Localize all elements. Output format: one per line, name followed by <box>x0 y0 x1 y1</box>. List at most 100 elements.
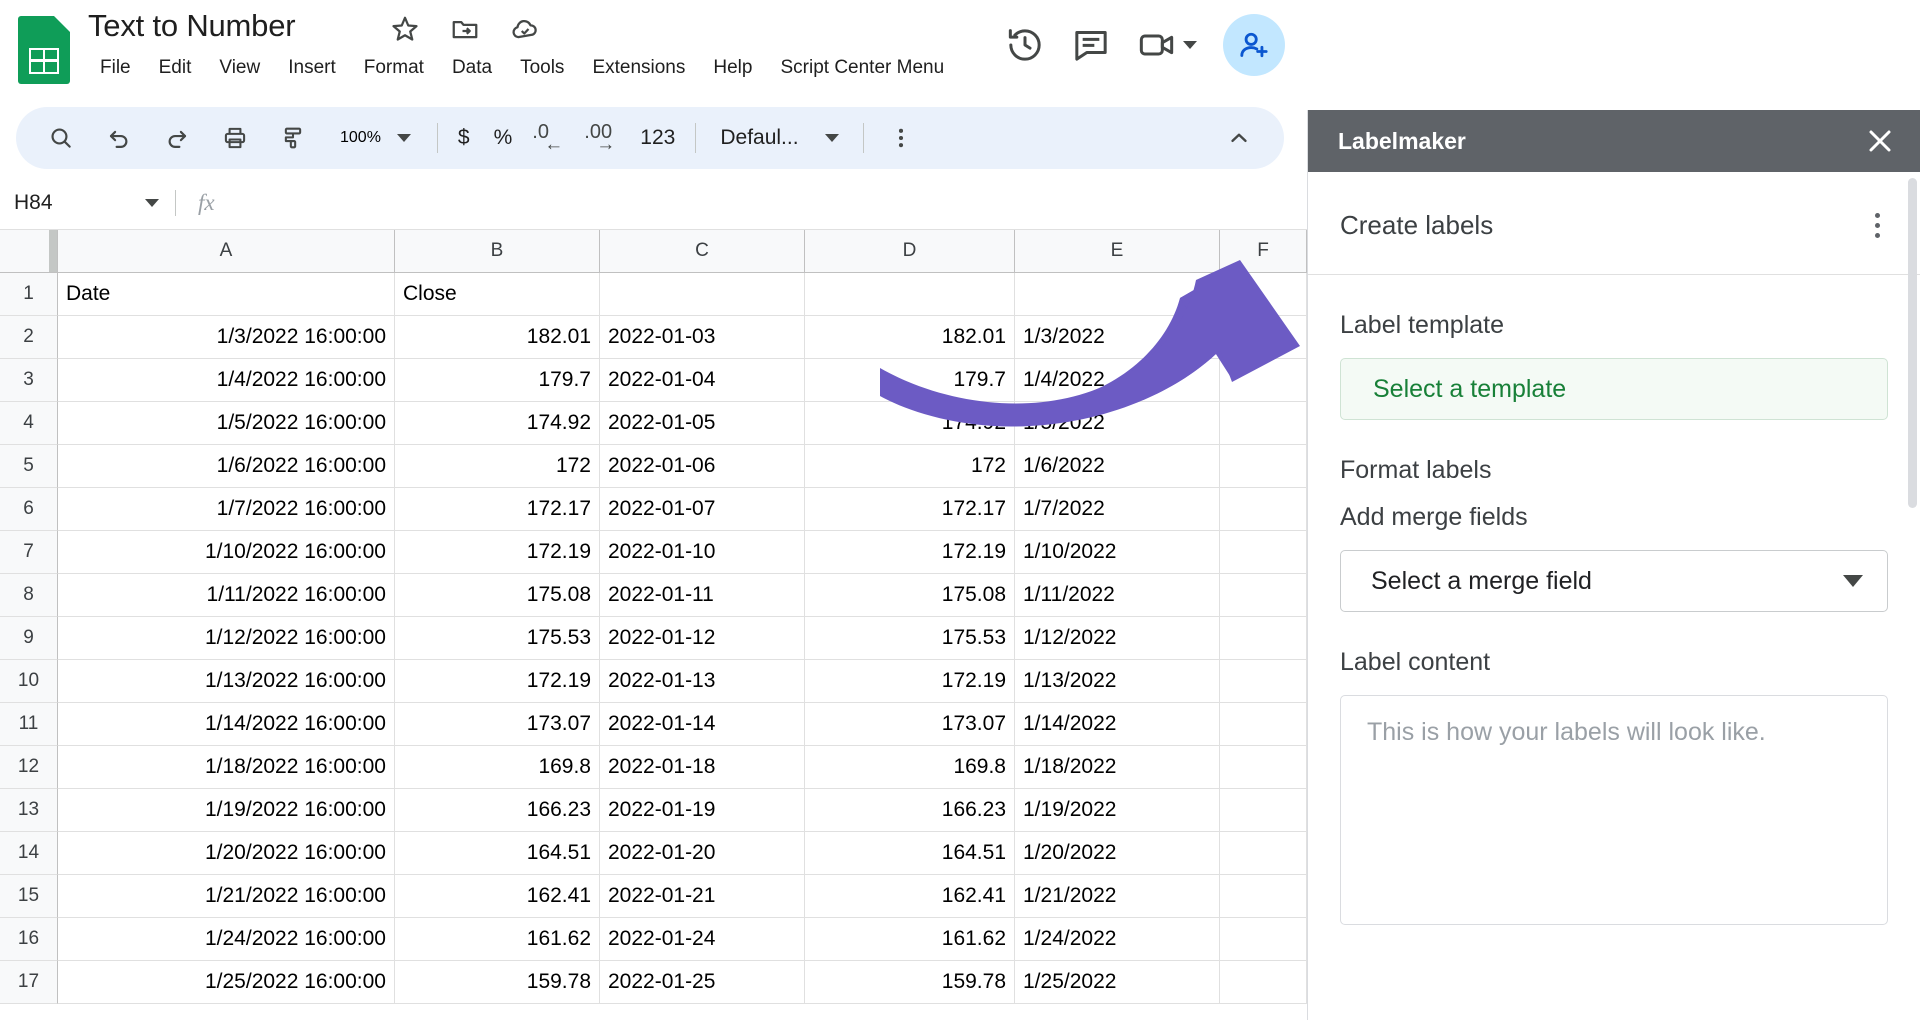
cell-F9[interactable] <box>1220 617 1307 660</box>
cell-B14[interactable]: 164.51 <box>395 832 600 875</box>
cell-C13[interactable]: 2022-01-19 <box>600 789 805 832</box>
menu-extensions[interactable]: Extensions <box>578 52 699 84</box>
cell-B10[interactable]: 172.19 <box>395 660 600 703</box>
cell-C9[interactable]: 2022-01-12 <box>600 617 805 660</box>
cell-F13[interactable] <box>1220 789 1307 832</box>
undo-icon[interactable] <box>96 115 142 161</box>
table-row[interactable]: 1 Date Close <box>0 273 1307 316</box>
cell-D3[interactable]: 179.7 <box>805 359 1015 402</box>
cell-C11[interactable]: 2022-01-14 <box>600 703 805 746</box>
cell-F6[interactable] <box>1220 488 1307 531</box>
formula-input[interactable] <box>237 176 1307 229</box>
table-row[interactable]: 2 1/3/2022 16:00:00 182.01 2022-01-03 182.01… <box>0 316 1307 359</box>
cell-F11[interactable] <box>1220 703 1307 746</box>
cell-E15[interactable]: 1/21/2022 <box>1015 875 1220 918</box>
page-title[interactable]: Text to Number <box>88 8 296 44</box>
column-header-d[interactable]: D <box>805 230 1015 273</box>
cell-E12[interactable]: 1/18/2022 <box>1015 746 1220 789</box>
search-icon[interactable] <box>38 115 84 161</box>
add-person-icon[interactable] <box>1223 14 1285 76</box>
video-camera-button[interactable] <box>1137 25 1197 65</box>
row-header[interactable]: 17 <box>0 961 58 1004</box>
table-row[interactable]: 13 1/19/2022 16:00:00 166.23 2022-01-19 166.… <box>0 789 1307 832</box>
cell-C17[interactable]: 2022-01-25 <box>600 961 805 1004</box>
cell-D15[interactable]: 162.41 <box>805 875 1015 918</box>
cell-F7[interactable] <box>1220 531 1307 574</box>
cell-F5[interactable] <box>1220 445 1307 488</box>
cell-C5[interactable]: 2022-01-06 <box>600 445 805 488</box>
cell-D8[interactable]: 175.08 <box>805 574 1015 617</box>
more-formats-button[interactable]: 123 <box>634 115 681 161</box>
cell-E3[interactable]: 1/4/2022 <box>1015 359 1220 402</box>
table-row[interactable]: 10 1/13/2022 16:00:00 172.19 2022-01-13 172.… <box>0 660 1307 703</box>
row-header[interactable]: 8 <box>0 574 58 617</box>
cell-A10[interactable]: 1/13/2022 16:00:00 <box>58 660 395 703</box>
menu-file[interactable]: File <box>86 52 145 84</box>
decrease-decimal-button[interactable]: .0 ← <box>530 121 570 155</box>
row-header[interactable]: 5 <box>0 445 58 488</box>
paint-format-icon[interactable] <box>270 115 316 161</box>
cell-C2[interactable]: 2022-01-03 <box>600 316 805 359</box>
table-row[interactable]: 6 1/7/2022 16:00:00 172.17 2022-01-07 172.17… <box>0 488 1307 531</box>
merge-field-select[interactable]: Select a merge field <box>1340 550 1888 612</box>
chevron-up-icon[interactable] <box>1216 115 1262 161</box>
star-icon[interactable] <box>390 14 420 44</box>
table-row[interactable]: 8 1/11/2022 16:00:00 175.08 2022-01-11 175.0… <box>0 574 1307 617</box>
zoom-selector[interactable]: 100% <box>328 129 423 147</box>
menu-script-center[interactable]: Script Center Menu <box>766 52 958 84</box>
row-header[interactable]: 3 <box>0 359 58 402</box>
cell-C8[interactable]: 2022-01-11 <box>600 574 805 617</box>
cell-E11[interactable]: 1/14/2022 <box>1015 703 1220 746</box>
cell-D1[interactable] <box>805 273 1015 316</box>
cell-B3[interactable]: 179.7 <box>395 359 600 402</box>
cell-D16[interactable]: 161.62 <box>805 918 1015 961</box>
cell-C15[interactable]: 2022-01-21 <box>600 875 805 918</box>
more-vertical-icon[interactable] <box>878 115 924 161</box>
cell-B7[interactable]: 172.19 <box>395 531 600 574</box>
cell-E8[interactable]: 1/11/2022 <box>1015 574 1220 617</box>
row-header[interactable]: 13 <box>0 789 58 832</box>
cell-A1[interactable]: Date <box>58 273 395 316</box>
table-row[interactable]: 5 1/6/2022 16:00:00 172 2022-01-06 172 1/6/20… <box>0 445 1307 488</box>
cell-B12[interactable]: 169.8 <box>395 746 600 789</box>
cell-A3[interactable]: 1/4/2022 16:00:00 <box>58 359 395 402</box>
sidebar-scrollbar[interactable] <box>1908 178 1917 508</box>
cell-C4[interactable]: 2022-01-05 <box>600 402 805 445</box>
cell-D9[interactable]: 175.53 <box>805 617 1015 660</box>
select-all-corner[interactable] <box>0 230 58 273</box>
cell-E16[interactable]: 1/24/2022 <box>1015 918 1220 961</box>
cell-F4[interactable] <box>1220 402 1307 445</box>
cell-E4[interactable]: 1/5/2022 <box>1015 402 1220 445</box>
cell-F1[interactable] <box>1220 273 1307 316</box>
cell-D2[interactable]: 182.01 <box>805 316 1015 359</box>
cell-E10[interactable]: 1/13/2022 <box>1015 660 1220 703</box>
cell-A4[interactable]: 1/5/2022 16:00:00 <box>58 402 395 445</box>
cell-F16[interactable] <box>1220 918 1307 961</box>
move-to-folder-icon[interactable] <box>450 14 480 44</box>
menu-view[interactable]: View <box>205 52 274 84</box>
column-header-c[interactable]: C <box>600 230 805 273</box>
table-row[interactable]: 12 1/18/2022 16:00:00 169.8 2022-01-18 169.8… <box>0 746 1307 789</box>
column-header-e[interactable]: E <box>1015 230 1220 273</box>
cell-D11[interactable]: 173.07 <box>805 703 1015 746</box>
cell-B15[interactable]: 162.41 <box>395 875 600 918</box>
cell-C1[interactable] <box>600 273 805 316</box>
row-header[interactable]: 9 <box>0 617 58 660</box>
cell-E13[interactable]: 1/19/2022 <box>1015 789 1220 832</box>
cell-B2[interactable]: 182.01 <box>395 316 600 359</box>
table-row[interactable]: 4 1/5/2022 16:00:00 174.92 2022-01-05 174.92… <box>0 402 1307 445</box>
menu-data[interactable]: Data <box>438 52 506 84</box>
close-icon[interactable] <box>1862 123 1898 159</box>
redo-icon[interactable] <box>154 115 200 161</box>
name-box[interactable]: H84 <box>0 191 175 215</box>
cell-E7[interactable]: 1/10/2022 <box>1015 531 1220 574</box>
cell-A11[interactable]: 1/14/2022 16:00:00 <box>58 703 395 746</box>
cell-D6[interactable]: 172.17 <box>805 488 1015 531</box>
row-header[interactable]: 16 <box>0 918 58 961</box>
history-icon[interactable] <box>1005 25 1045 65</box>
column-header-f[interactable]: F <box>1220 230 1307 273</box>
cell-D4[interactable]: 174.92 <box>805 402 1015 445</box>
cell-B5[interactable]: 172 <box>395 445 600 488</box>
cell-F3[interactable] <box>1220 359 1307 402</box>
table-row[interactable]: 9 1/12/2022 16:00:00 175.53 2022-01-12 175.5… <box>0 617 1307 660</box>
